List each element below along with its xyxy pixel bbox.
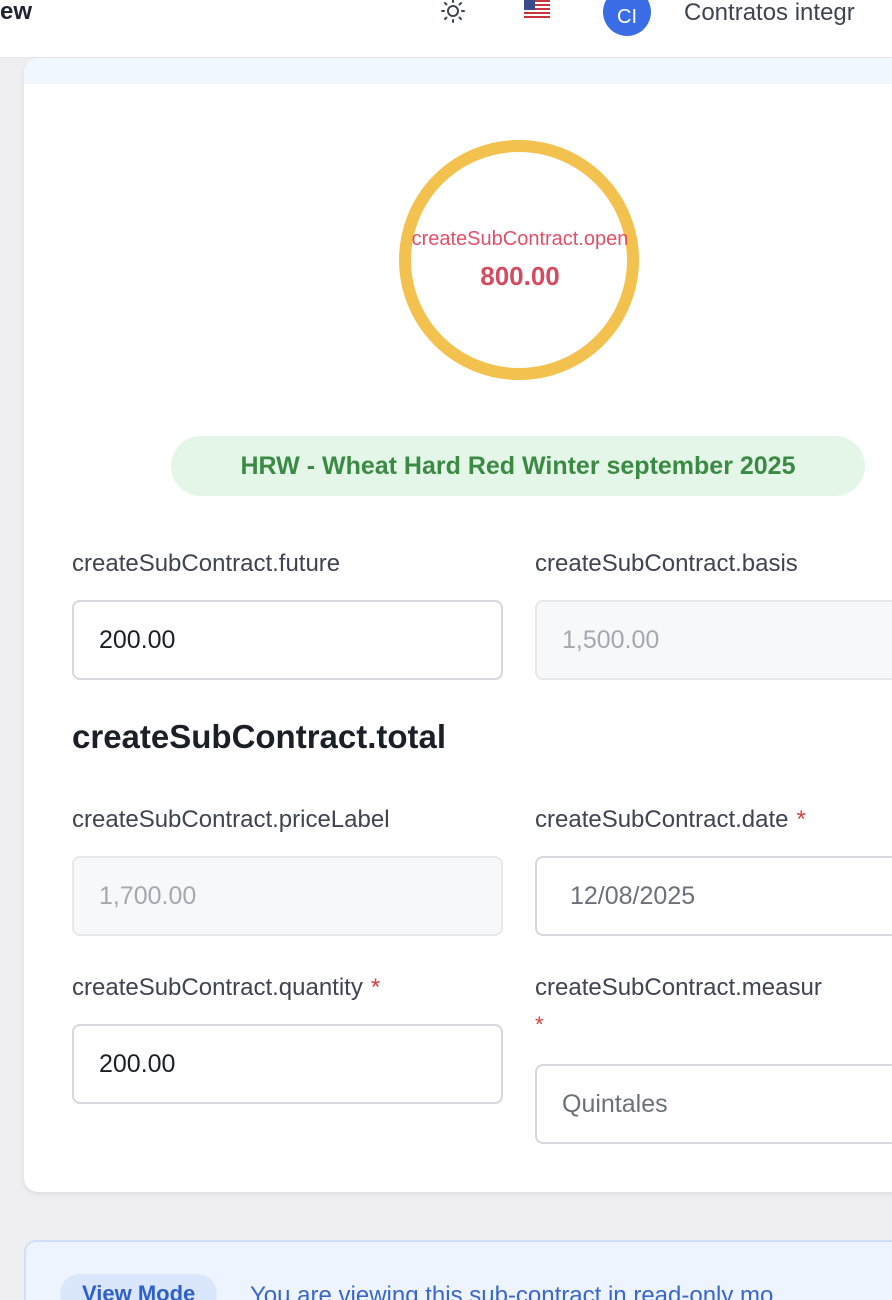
date-label-text: createSubContract.date (535, 806, 789, 833)
read-only-notice-text: You are viewing this sub-contract in rea… (250, 1282, 774, 1300)
avatar[interactable]: CI (603, 0, 651, 36)
date-input[interactable]: 12/08/2025 (535, 856, 892, 936)
read-only-notice: View Mode You are viewing this sub-contr… (24, 1240, 892, 1300)
us-flag-icon[interactable] (524, 0, 550, 20)
page-title: ew (0, 0, 33, 25)
card-header-strip (24, 58, 892, 84)
commodity-badge: HRW - Wheat Hard Red Winter september 20… (171, 436, 865, 496)
organization-name[interactable]: Contratos integr (684, 0, 855, 26)
top-bar: ew CI Contratos integr (0, 0, 892, 58)
price-label: createSubContract.priceLabel (72, 806, 390, 833)
future-label: createSubContract.future (72, 550, 341, 577)
measure-label: createSubContract.measur (535, 974, 822, 1001)
quantity-label-text: createSubContract.quantity (72, 974, 363, 1001)
date-label: createSubContract.date * (535, 806, 806, 834)
basis-input[interactable]: 1,500.00 (535, 600, 892, 680)
quantity-label: createSubContract.quantity * (72, 974, 380, 1002)
total-section-title: createSubContract.total (72, 718, 447, 755)
required-marker: * (370, 974, 381, 1001)
price-input[interactable]: 1,700.00 (72, 856, 503, 936)
open-label: createSubContract.open (411, 228, 629, 250)
basis-label: createSubContract.basis (535, 550, 798, 577)
measure-select[interactable]: Quintales (535, 1064, 892, 1144)
sun-icon[interactable] (436, 0, 470, 26)
open-value: 800.00 (480, 261, 560, 291)
quantity-input[interactable]: 200.00 (72, 1024, 503, 1104)
required-marker: * (796, 806, 806, 833)
subcontract-card: createSubContract.open 800.00 HRW - Whea… (24, 58, 892, 1192)
future-input[interactable]: 200.00 (72, 600, 503, 680)
view-mode-badge: View Mode (60, 1274, 218, 1300)
open-amount-ring (399, 140, 639, 380)
measure-required-marker: * (535, 1012, 544, 1037)
